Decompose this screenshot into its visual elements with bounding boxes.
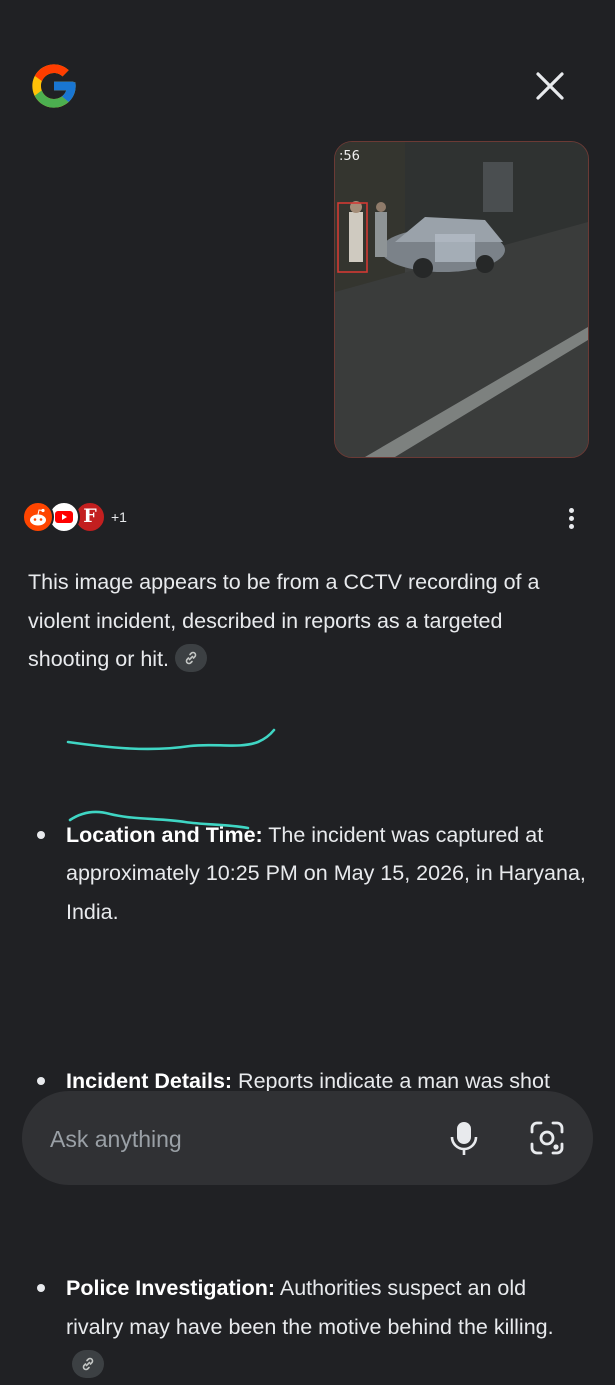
microphone-icon[interactable] (446, 1119, 482, 1157)
top-bar (0, 0, 615, 120)
timestamp-text: :56 (339, 149, 360, 164)
google-g-icon (32, 64, 76, 108)
ask-input[interactable] (48, 1119, 432, 1159)
link-icon (185, 652, 197, 665)
citation-link-button[interactable] (175, 644, 208, 673)
close-icon[interactable] (528, 64, 572, 108)
uploaded-cctv-image[interactable]: :56 (334, 141, 589, 458)
more-options-icon[interactable] (558, 503, 586, 533)
forbes-letter: F (83, 505, 97, 527)
bullet-title: Police Investigation: (66, 1276, 276, 1300)
citation-link-button[interactable] (72, 1350, 104, 1379)
answer-bullet-list: Location and Time: The incident was capt… (28, 679, 588, 1379)
bullet-title: Location and Time: (66, 822, 263, 847)
source-icons[interactable]: F +1 (22, 501, 182, 535)
link-icon (82, 1358, 94, 1371)
bullet-title: Incident Details: (66, 1069, 233, 1093)
answer-intro: This image appears to be from a CCTV rec… (28, 570, 540, 673)
bullet-location-time: Location and Time: The incident was capt… (28, 816, 588, 932)
lens-camera-icon[interactable] (528, 1119, 566, 1157)
cctv-image (335, 142, 588, 457)
ask-bar (22, 1091, 593, 1185)
ai-answer: This image appears to be from a CCTV rec… (28, 563, 588, 1379)
more-sources-count: +1 (111, 509, 127, 525)
reddit-icon (22, 501, 54, 533)
bullet-police-investigation: Police Investigation: Authorities suspec… (28, 1269, 588, 1385)
